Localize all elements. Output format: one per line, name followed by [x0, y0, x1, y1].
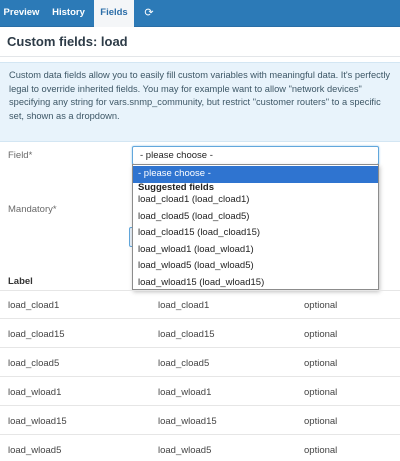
table-cell-varname: load_wload5 [158, 445, 212, 456]
field-select[interactable]: - please choose - [132, 146, 379, 165]
mandatory-label: Mandatory* [8, 204, 57, 215]
table-divider [0, 318, 400, 319]
info-box: Custom data fields allow you to easily f… [0, 62, 400, 142]
table-cell-varname: load_wload1 [158, 387, 212, 398]
dropdown-option[interactable]: load_cload15 (load_cload15) [133, 225, 378, 242]
page-title: Custom fields: load [7, 34, 128, 49]
dropdown-option[interactable]: load_cload1 (load_cload1) [133, 192, 378, 209]
table-cell-varname: load_cload5 [158, 358, 210, 369]
tab-preview[interactable]: Preview [0, 0, 43, 26]
dropdown-option[interactable]: load_wload1 (load_wload1) [133, 242, 378, 259]
table-cell-mandatory: optional [304, 445, 338, 456]
table-divider [0, 376, 400, 377]
table-header-label: Label [8, 276, 33, 287]
dropdown-option[interactable]: load_cload5 (load_cload5) [133, 209, 378, 226]
table-cell-mandatory: optional [304, 358, 338, 369]
table-cell-label[interactable]: load_wload5 [8, 445, 61, 456]
table-cell-label[interactable]: load_wload1 [8, 387, 61, 398]
divider [0, 56, 400, 57]
tab-refresh[interactable]: ⟳ [135, 0, 163, 26]
field-dropdown[interactable]: - please choose - Suggested fields load_… [132, 164, 379, 290]
table-cell-mandatory: optional [304, 387, 338, 398]
table-divider [0, 405, 400, 406]
dropdown-option[interactable]: load_wload15 (load_wload15) [133, 275, 378, 292]
table-cell-mandatory: optional [304, 416, 338, 427]
table-cell-varname: load_wload15 [158, 416, 217, 427]
field-label: Field* [8, 150, 33, 161]
table-cell-label[interactable]: load_cload1 [8, 300, 59, 311]
refresh-icon: ⟳ [144, 7, 154, 19]
tab-fields[interactable]: Fields [94, 0, 134, 27]
table-cell-mandatory: optional [304, 300, 338, 311]
table-cell-label[interactable]: load_cload5 [8, 358, 59, 369]
dropdown-option[interactable]: load_wload5 (load_wload5) [133, 258, 378, 275]
table-divider [0, 290, 400, 291]
table-cell-label[interactable]: load_wload15 [8, 416, 67, 427]
table-cell-varname: load_cload15 [158, 329, 215, 340]
table-divider [0, 347, 400, 348]
table-cell-varname: load_cload1 [158, 300, 210, 311]
table-divider [0, 434, 400, 435]
tab-bar: Preview History Fields ⟳ [0, 0, 400, 27]
table-cell-mandatory: optional [304, 329, 338, 340]
tab-history[interactable]: History [44, 0, 93, 26]
field-select-value: - please choose - [140, 150, 213, 161]
table-cell-label[interactable]: load_cload15 [8, 329, 65, 340]
info-text: Custom data fields allow you to easily f… [9, 70, 391, 121]
